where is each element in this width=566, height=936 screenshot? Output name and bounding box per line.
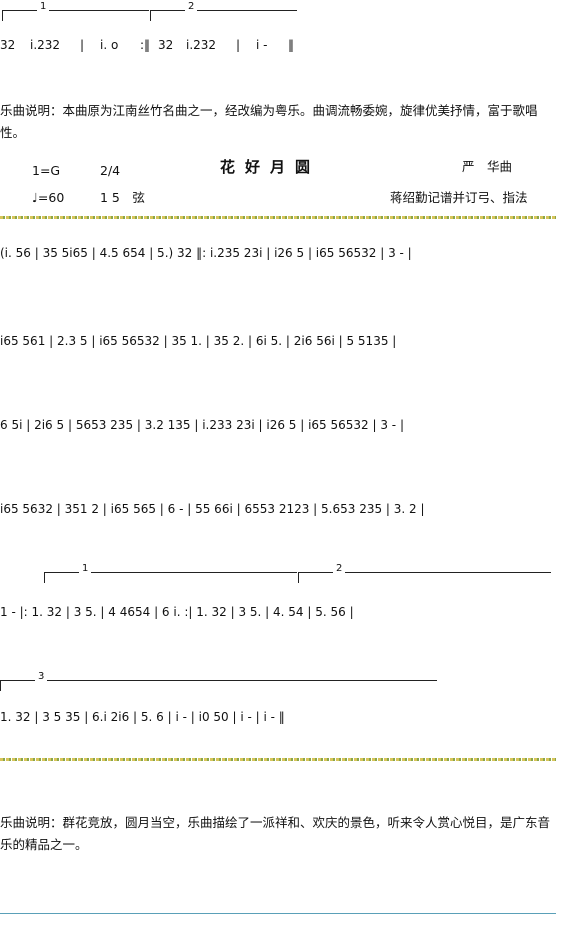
top-score-line: 32 i.232 | i. o :‖ 32 i.232 | i - ‖ bbox=[0, 38, 566, 72]
string-tuning: 1 5 弦 bbox=[100, 190, 145, 205]
key-signature: 1=G bbox=[32, 163, 61, 178]
volta-bracket-1: 1 bbox=[44, 563, 297, 583]
transcription-credit: 蒋绍勤记谱并订弓、指法 bbox=[390, 190, 528, 205]
score-line-6: 1. 32 | 3 5 35 | 6.i 2i6 | 5. 6 | i - | … bbox=[0, 710, 566, 744]
ornamental-divider bbox=[0, 758, 556, 761]
volta-bracket-2: 2 bbox=[298, 563, 551, 583]
score-token: 32 bbox=[0, 38, 16, 52]
volta-bracket-3: 3 bbox=[0, 671, 437, 691]
intro-note: 乐曲说明：本曲原为江南丝竹名曲之一，经改编为粤乐。曲调流畅委婉，旋律优美抒情，富… bbox=[0, 103, 538, 140]
score-line-5: 1 - |: 1. 32 | 3 5. | 4 4654 | 6 i. :| 1… bbox=[0, 605, 566, 639]
score-line-4: i65 5632 | 351 2 | i65 565 | 6 - | 55 66… bbox=[0, 502, 566, 536]
score-token: | bbox=[236, 38, 241, 52]
score-line-2: i65 561 | 2.3 5 | i65 56532 | 35 1. | 35… bbox=[0, 334, 566, 368]
tempo-marking: ♩=60 bbox=[32, 190, 65, 205]
score-line-1: (i. 56 | 35 5i65 | 4.5 654 | 5.) 32 ‖: i… bbox=[0, 246, 566, 280]
bottom-rule bbox=[0, 913, 556, 914]
volta-number: 1 bbox=[37, 1, 50, 12]
score-notes: i65 5632 | 351 2 | i65 565 | 6 - | 55 66… bbox=[0, 502, 425, 516]
ornamental-divider bbox=[0, 216, 556, 219]
volta-number: 1 bbox=[79, 563, 92, 574]
score-notes: 1. 32 | 3 5 35 | 6.i 2i6 | 5. 6 | i - | … bbox=[0, 710, 285, 724]
ending-note: 乐曲说明：群花竞放，圆月当空，乐曲描绘了一派祥和、欢庆的景色，听来令人赏心悦目，… bbox=[0, 815, 551, 852]
score-token: i - bbox=[256, 38, 268, 52]
volta-bracket-2: 2 bbox=[150, 1, 297, 21]
volta-number: 2 bbox=[185, 1, 198, 12]
score-token: i.232 bbox=[186, 38, 217, 52]
score-token: 32 bbox=[158, 38, 174, 52]
composer: 严 华曲 bbox=[462, 159, 513, 174]
score-token: | bbox=[80, 38, 85, 52]
volta-number: 2 bbox=[333, 563, 346, 574]
time-signature: 2/4 bbox=[100, 163, 121, 178]
piece-title: 花好月圆 bbox=[220, 158, 321, 176]
score-token: :‖ bbox=[140, 38, 151, 52]
volta-number: 3 bbox=[35, 671, 48, 682]
volta-bracket-1: 1 bbox=[2, 1, 149, 21]
score-notes: i65 561 | 2.3 5 | i65 56532 | 35 1. | 35… bbox=[0, 334, 397, 348]
score-notes: 6 5i | 2i6 5 | 5653 235 | 3.2 135 | i.23… bbox=[0, 418, 404, 432]
score-token: ‖ bbox=[288, 38, 294, 52]
score-notes: 1 - |: 1. 32 | 3 5. | 4 4654 | 6 i. :| 1… bbox=[0, 605, 354, 619]
score-token: i. o bbox=[100, 38, 119, 52]
score-notes: (i. 56 | 35 5i65 | 4.5 654 | 5.) 32 ‖: i… bbox=[0, 246, 412, 260]
score-token: i.232 bbox=[30, 38, 61, 52]
score-line-3: 6 5i | 2i6 5 | 5653 235 | 3.2 135 | i.23… bbox=[0, 418, 566, 452]
